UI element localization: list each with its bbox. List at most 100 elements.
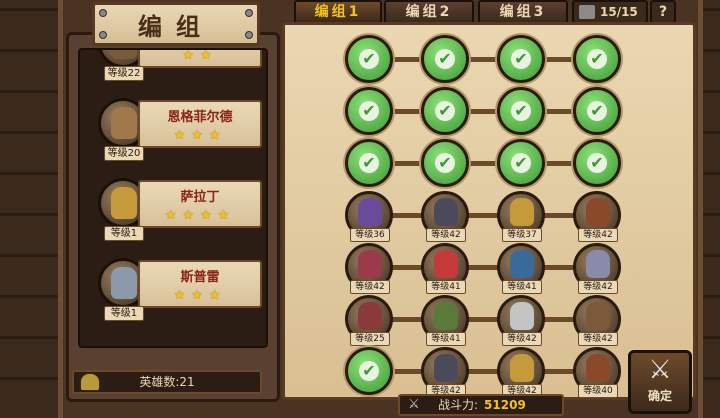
hero-figure-icon xyxy=(358,198,382,226)
hero-card[interactable]: ★★ 等级22 xyxy=(80,48,266,88)
hero-name-plate: ★★ xyxy=(138,48,262,68)
bolt-icon xyxy=(99,9,107,17)
check-icon: ✔ xyxy=(359,101,379,121)
hero-card[interactable]: 斯普雷 ★★★ 等级1 xyxy=(80,254,266,328)
check-icon: ✔ xyxy=(359,361,379,381)
hero-figure-icon xyxy=(111,107,137,139)
hero-level: 等级36 xyxy=(350,228,390,242)
hero-figure-icon xyxy=(111,50,137,59)
hero-figure-icon xyxy=(358,250,382,278)
empty-slot[interactable]: ✔ xyxy=(345,35,393,83)
tab-group-3[interactable]: 编组3 xyxy=(478,0,568,24)
hero-slot[interactable]: 等级40 xyxy=(573,347,621,398)
check-icon: ✔ xyxy=(359,49,379,69)
hero-figure-icon xyxy=(510,250,534,278)
check-icon: ✔ xyxy=(511,153,531,173)
formation-grid: ✔ ✔ ✔ ✔ ✔ ✔ ✔ ✔ ✔ ✔ ✔ ✔ 等级36 等级42 等级37 等级42 等级42 等级41 等级41… xyxy=(282,22,696,400)
hero-count: 英雄数:21 xyxy=(139,375,195,389)
empty-slot[interactable]: ✔ xyxy=(573,35,621,83)
grid-row: 等级25 等级41 等级42 等级42 xyxy=(285,295,693,347)
hero-slot[interactable]: 等级42 xyxy=(497,347,545,398)
bolt-icon xyxy=(245,9,253,17)
hero-figure-icon xyxy=(586,250,610,278)
hero-slot[interactable]: 等级41 xyxy=(421,243,469,294)
hero-slot[interactable]: 等级42 xyxy=(573,295,621,346)
hero-level: 等级42 xyxy=(578,280,618,294)
empty-slot[interactable]: ✔ xyxy=(421,139,469,187)
hero-level: 等级42 xyxy=(578,228,618,242)
hero-card[interactable]: 萨拉丁 ★★★★ 等级1 xyxy=(80,174,266,248)
hero-slot[interactable]: 等级41 xyxy=(497,243,545,294)
hero-figure-icon xyxy=(434,250,458,278)
tab-group-2[interactable]: 编组2 xyxy=(384,0,474,24)
grid-row: ✔ ✔ ✔ ✔ xyxy=(285,139,693,191)
grid-row: 等级42 等级41 等级41 等级42 xyxy=(285,243,693,295)
hero-slot[interactable]: 等级37 xyxy=(497,191,545,242)
hero-slot[interactable]: 等级42 xyxy=(573,243,621,294)
check-icon: ✔ xyxy=(587,49,607,69)
bolt-icon xyxy=(245,31,253,39)
hero-name-plate: 斯普雷 ★★★ xyxy=(138,260,262,308)
empty-slot[interactable]: ✔ xyxy=(497,87,545,135)
troop-count: 15/15 xyxy=(600,5,638,19)
hero-level: 等级40 xyxy=(578,384,618,398)
hero-slot[interactable]: 等级42 xyxy=(497,295,545,346)
hero-slot[interactable]: 等级42 xyxy=(345,243,393,294)
empty-slot[interactable]: ✔ xyxy=(345,347,393,395)
tab-group-1[interactable]: 编组1 xyxy=(294,0,382,24)
check-icon: ✔ xyxy=(587,101,607,121)
confirm-label: 确定 xyxy=(647,389,672,403)
hero-card[interactable]: 恩格菲尔德 ★★★ 等级20 xyxy=(80,94,266,168)
hero-level: 等级41 xyxy=(502,280,542,294)
hero-slot[interactable]: 等级36 xyxy=(345,191,393,242)
combat-power-bar: ⚔ 战斗力: 51209 xyxy=(398,394,564,416)
check-icon: ✔ xyxy=(511,49,531,69)
hero-figure-icon xyxy=(358,302,382,330)
hero-count-bar: 英雄数:21 xyxy=(72,370,262,394)
helmet-icon xyxy=(80,373,100,391)
hero-figure-icon xyxy=(586,198,610,226)
hero-level: 等级42 xyxy=(502,332,542,346)
check-icon: ✔ xyxy=(435,101,455,121)
empty-slot[interactable]: ✔ xyxy=(573,139,621,187)
crossed-swords-icon: ⚔ xyxy=(648,355,672,385)
grid-row: ✔ ✔ ✔ ✔ xyxy=(285,87,693,139)
confirm-button[interactable]: ⚔ 确定 xyxy=(628,350,692,414)
hero-figure-icon xyxy=(510,354,534,382)
hero-slot[interactable]: 等级41 xyxy=(421,295,469,346)
empty-slot[interactable]: ✔ xyxy=(497,35,545,83)
hero-figure-icon xyxy=(434,302,458,330)
check-icon: ✔ xyxy=(587,153,607,173)
bolt-icon xyxy=(99,31,107,39)
hero-slot[interactable]: 等级42 xyxy=(421,191,469,242)
hero-stars: ★★★ xyxy=(173,128,227,143)
help-button[interactable]: ? xyxy=(650,0,676,24)
hero-stars: ★★ xyxy=(182,48,218,63)
empty-slot[interactable]: ✔ xyxy=(421,87,469,135)
hero-level: 等级42 xyxy=(350,280,390,294)
hero-figure-icon xyxy=(111,267,137,299)
hero-slot[interactable]: 等级25 xyxy=(345,295,393,346)
power-value: 51209 xyxy=(484,398,526,412)
empty-slot[interactable]: ✔ xyxy=(497,139,545,187)
hero-figure-icon xyxy=(434,198,458,226)
troop-icon xyxy=(579,5,595,19)
grid-row: ✔ ✔ ✔ ✔ xyxy=(285,35,693,87)
empty-slot[interactable]: ✔ xyxy=(421,35,469,83)
hero-level: 等级37 xyxy=(502,228,542,242)
hero-slot[interactable]: 等级42 xyxy=(573,191,621,242)
hero-level: 等级1 xyxy=(104,226,144,241)
empty-slot[interactable]: ✔ xyxy=(345,87,393,135)
check-icon: ✔ xyxy=(511,101,531,121)
page-title: 编组 xyxy=(92,2,260,46)
hero-list[interactable]: ★★ 等级22 恩格菲尔德 ★★★ 等级20 萨拉丁 ★★★★ 等级1 斯普雷 … xyxy=(78,48,268,348)
hero-stars: ★★★ xyxy=(173,288,227,303)
empty-slot[interactable]: ✔ xyxy=(573,87,621,135)
empty-slot[interactable]: ✔ xyxy=(345,139,393,187)
hero-figure-icon xyxy=(586,302,610,330)
troop-counter: 15/15 xyxy=(572,0,648,24)
hero-figure-icon xyxy=(434,354,458,382)
hero-slot[interactable]: 等级42 xyxy=(421,347,469,398)
hero-figure-icon xyxy=(111,187,137,219)
hero-level: 等级25 xyxy=(350,332,390,346)
